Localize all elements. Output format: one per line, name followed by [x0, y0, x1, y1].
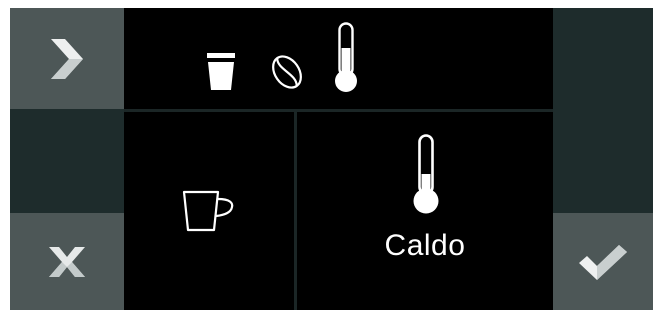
- chevron-right-icon: [51, 38, 83, 79]
- coffee-bean-icon: [272, 55, 302, 89]
- temperature-label: Caldo: [384, 229, 466, 262]
- thermometer-icon: [335, 22, 357, 92]
- confirm-button[interactable]: [553, 213, 653, 310]
- cup-option[interactable]: [124, 112, 294, 310]
- checkmark-icon: [579, 244, 627, 280]
- recipe-summary-panel: [124, 8, 553, 109]
- cup-icon: [182, 190, 234, 232]
- next-button[interactable]: [10, 8, 124, 109]
- glass-icon: [207, 53, 235, 90]
- left-empty-slot: [10, 109, 124, 213]
- temperature-option[interactable]: Caldo: [297, 112, 553, 310]
- thermometer-icon: [413, 134, 439, 214]
- right-empty-slot: [553, 8, 653, 213]
- cancel-button[interactable]: [10, 213, 124, 310]
- close-icon: [49, 246, 85, 277]
